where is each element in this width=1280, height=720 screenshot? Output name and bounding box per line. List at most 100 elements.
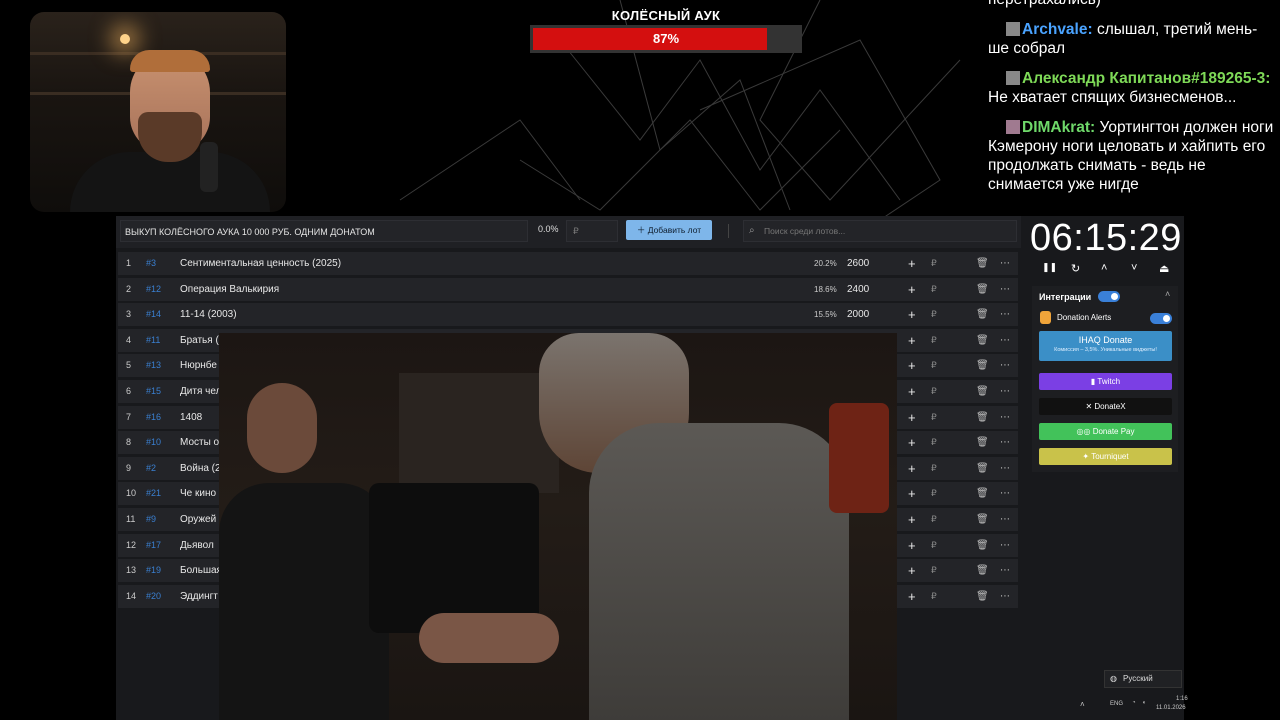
pause-icon[interactable]: ❚❚ xyxy=(1042,262,1057,273)
collapse-icon[interactable]: ⏏ xyxy=(1159,262,1169,275)
add-lot-button[interactable]: ＋ Добавить лот xyxy=(626,220,712,240)
donatex-button[interactable]: ✕ DonateX xyxy=(1039,398,1172,415)
more-icon[interactable]: ⋯ xyxy=(1000,508,1010,531)
lot-name[interactable]: Дитя чел xyxy=(180,380,221,403)
trash-icon[interactable]: 🗑 xyxy=(976,457,989,480)
more-icon[interactable]: ⋯ xyxy=(1000,406,1010,429)
plus-icon[interactable]: + xyxy=(908,431,916,454)
ihaq-donate-button[interactable]: IHAQ Donate Комиссия – 3,5%. Уникальные … xyxy=(1039,331,1172,361)
plus-icon[interactable]: + xyxy=(908,303,916,326)
lot-name[interactable]: Мосты о xyxy=(180,431,219,454)
trash-icon[interactable]: 🗑 xyxy=(976,534,989,557)
plus-icon[interactable]: + xyxy=(908,278,916,301)
plus-icon[interactable]: + xyxy=(908,329,916,352)
lot-name[interactable]: Большая xyxy=(180,559,222,582)
trash-icon[interactable]: 🗑 xyxy=(976,329,989,352)
plus-icon[interactable]: + xyxy=(908,585,916,608)
chat-username: Александр Капитанов#189265-3: xyxy=(1022,70,1271,87)
ruble-input[interactable]: ₽ xyxy=(931,278,937,301)
lot-name[interactable]: Оружей xyxy=(180,508,216,531)
lot-name[interactable]: Братья ( xyxy=(180,329,219,352)
lot-name[interactable]: Война (2 xyxy=(180,457,221,480)
ruble-input[interactable]: ₽ xyxy=(931,303,937,326)
twitch-button[interactable]: ▮ Twitch xyxy=(1039,373,1172,390)
trash-icon[interactable]: 🗑 xyxy=(976,508,989,531)
chevron-up-icon[interactable]: ˄ xyxy=(1080,700,1085,709)
plus-icon[interactable]: + xyxy=(908,354,916,377)
trash-icon[interactable]: 🗑 xyxy=(976,406,989,429)
trash-icon[interactable]: 🗑 xyxy=(976,278,989,301)
trash-icon[interactable]: 🗑 xyxy=(976,303,989,326)
lot-name[interactable]: Че кино xyxy=(180,482,216,505)
ruble-input[interactable]: ₽ xyxy=(931,380,937,403)
plus-icon[interactable]: + xyxy=(908,508,916,531)
more-icon[interactable]: ⋯ xyxy=(1000,252,1010,275)
lot-row[interactable]: 1 #3 Сентиментальная ценность (2025) 20.2% 2… xyxy=(118,252,1018,275)
lot-name[interactable]: 11-14 (2003) xyxy=(180,303,237,326)
lot-id: #2 xyxy=(146,462,157,473)
ruble-input[interactable]: ₽ xyxy=(931,329,937,352)
plus-icon[interactable]: + xyxy=(908,406,916,429)
ruble-input[interactable]: ₽ xyxy=(931,534,937,557)
lot-amount[interactable]: 2600 xyxy=(847,252,869,275)
ruble-input[interactable]: ₽ xyxy=(931,406,937,429)
trash-icon[interactable]: 🗑 xyxy=(976,431,989,454)
donation-alerts-toggle[interactable] xyxy=(1150,313,1172,324)
lot-amount[interactable]: 2000 xyxy=(847,303,869,326)
plus-icon[interactable]: + xyxy=(908,559,916,582)
chat-username: Archvale: xyxy=(1022,21,1093,38)
lot-title-input[interactable]: ВЫКУП КОЛЁСНОГО АУКА 10 000 РУБ. ОДНИМ Д… xyxy=(120,220,528,242)
more-icon[interactable]: ⋯ xyxy=(1000,380,1010,403)
trash-icon[interactable]: 🗑 xyxy=(976,380,989,403)
lot-row[interactable]: 2 #12 Операция Валькирия 18.6% 2400 + ₽ 🗑 ⋯ xyxy=(118,277,1018,301)
plus-icon[interactable]: + xyxy=(908,252,916,275)
ruble-input[interactable]: ₽ xyxy=(931,482,937,505)
chevron-up-icon[interactable]: ˄ xyxy=(1165,289,1170,299)
ruble-input[interactable]: ₽ xyxy=(931,508,937,531)
plus-icon[interactable]: + xyxy=(908,380,916,403)
ruble-input[interactable]: ₽ xyxy=(931,354,937,377)
language-select[interactable]: ◍ Русский xyxy=(1104,670,1182,688)
ruble-input[interactable]: ₽ xyxy=(931,431,937,454)
price-input[interactable]: ₽ xyxy=(566,220,618,242)
lang-indicator[interactable]: ENG xyxy=(1110,701,1123,707)
ruble-input[interactable]: ₽ xyxy=(931,457,937,480)
donate-pay-button[interactable]: ◎◎ Donate Pay xyxy=(1039,423,1172,440)
lot-name[interactable]: Эддингт xyxy=(180,585,218,608)
trash-icon[interactable]: 🗑 xyxy=(976,559,989,582)
plus-icon[interactable]: + xyxy=(908,482,916,505)
lot-name[interactable]: Дьявол xyxy=(180,534,214,557)
lot-name[interactable]: Сентиментальная ценность (2025) xyxy=(180,252,341,275)
more-icon[interactable]: ⋯ xyxy=(1000,329,1010,352)
more-icon[interactable]: ⋯ xyxy=(1000,278,1010,301)
reset-icon[interactable]: ↻ xyxy=(1071,262,1080,275)
plus-icon[interactable]: + xyxy=(908,457,916,480)
ruble-input[interactable]: ₽ xyxy=(931,585,937,608)
more-icon[interactable]: ⋯ xyxy=(1000,431,1010,454)
more-icon[interactable]: ⋯ xyxy=(1000,354,1010,377)
trash-icon[interactable]: 🗑 xyxy=(976,482,989,505)
integrations-toggle[interactable] xyxy=(1098,291,1120,302)
chevron-down-icon[interactable]: ˅ xyxy=(1131,262,1137,274)
plus-icon[interactable]: + xyxy=(908,534,916,557)
more-icon[interactable]: ⋯ xyxy=(1000,482,1010,505)
lot-id: #19 xyxy=(146,565,162,576)
trash-icon[interactable]: 🗑 xyxy=(976,354,989,377)
more-icon[interactable]: ⋯ xyxy=(1000,457,1010,480)
lot-name[interactable]: 1408 xyxy=(180,406,202,429)
lot-amount[interactable]: 2400 xyxy=(847,278,869,301)
more-icon[interactable]: ⋯ xyxy=(1000,534,1010,557)
tourniquet-button[interactable]: ✦ Tourniquet xyxy=(1039,448,1172,465)
more-icon[interactable]: ⋯ xyxy=(1000,559,1010,582)
ruble-input[interactable]: ₽ xyxy=(931,252,937,275)
ruble-input[interactable]: ₽ xyxy=(931,559,937,582)
lot-row[interactable]: 3 #14 11-14 (2003) 15.5% 2000 + ₽ 🗑 ⋯ xyxy=(118,303,1018,327)
lot-search-input[interactable]: ⌕ Поиск среди лотов... xyxy=(743,220,1017,242)
lot-name[interactable]: Операция Валькирия xyxy=(180,278,279,301)
chevron-up-icon[interactable]: ˄ xyxy=(1101,262,1107,274)
more-icon[interactable]: ⋯ xyxy=(1000,303,1010,326)
trash-icon[interactable]: 🗑 xyxy=(976,252,989,275)
lot-name[interactable]: Нюрнбе xyxy=(180,354,217,377)
trash-icon[interactable]: 🗑 xyxy=(976,585,989,608)
more-icon[interactable]: ⋯ xyxy=(1000,585,1010,608)
